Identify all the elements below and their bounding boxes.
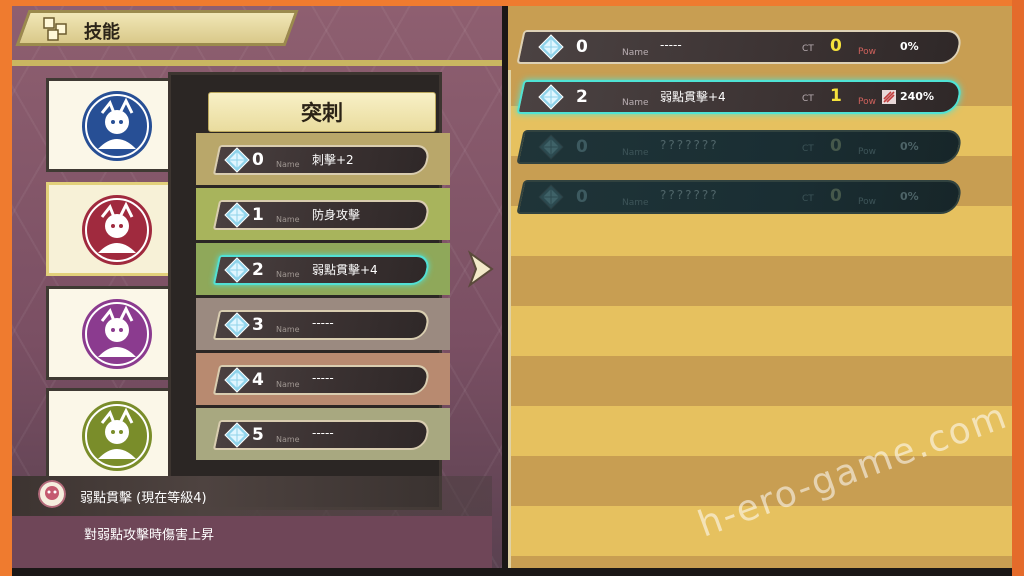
frame-right	[1012, 0, 1024, 576]
equipped-slot-number: 0	[576, 37, 588, 57]
skill-slot-name-label: Name	[276, 325, 300, 334]
game-screen: 技能 突刺 0 Name 刺擊+2 1 Name 防身攻擊 2 Name 弱點貫…	[0, 0, 1024, 576]
weakness-buff-icon	[882, 90, 896, 104]
character-portrait-icon	[82, 299, 152, 369]
equipped-slot-pow-value: 0%	[900, 140, 919, 153]
equipped-slot-ct-value: 0	[830, 186, 842, 206]
frame-left	[0, 0, 12, 576]
equipped-slot-name: -----	[660, 38, 682, 52]
skill-slot-number: 4	[252, 370, 264, 390]
equipped-slot-ct-label: CT	[802, 44, 814, 54]
skill-slot-number: 2	[252, 260, 264, 280]
character-tab-4[interactable]	[46, 388, 180, 482]
skill-gem-icon	[538, 34, 564, 60]
skill-gem-icon	[538, 134, 564, 160]
header-rule	[12, 60, 502, 66]
skill-slot-name: 防身攻擊	[312, 208, 361, 222]
equipped-slot-name: ???????	[660, 138, 719, 152]
skill-slot-name: -----	[312, 426, 334, 440]
skill-gem-icon	[224, 422, 250, 448]
equipped-slot-ct-value: 0	[830, 36, 842, 56]
skill-gem-icon	[538, 184, 564, 210]
skill-gem-icon	[538, 84, 564, 110]
skill-slot-name-label: Name	[276, 215, 300, 224]
equipped-slot-name-label: Name	[622, 48, 649, 58]
skill-menu-icon	[43, 17, 67, 41]
skill-slot-name: 弱點貫擊+4	[312, 263, 378, 277]
skill-gem-icon	[224, 257, 250, 283]
character-portrait-icon	[82, 91, 152, 161]
skill-slot-name: 刺擊+2	[312, 153, 354, 167]
character-tab-1[interactable]	[46, 78, 180, 172]
equipped-slot-name: ???????	[660, 188, 719, 202]
skill-slot-number: 0	[252, 150, 264, 170]
equipped-slot-name-label: Name	[622, 98, 649, 108]
skill-gem-icon	[224, 312, 250, 338]
skill-slot-name: -----	[312, 371, 334, 385]
skill-slot-name-label: Name	[276, 270, 300, 279]
skill-slot-name-label: Name	[276, 380, 300, 389]
equipped-slot-name: 弱點貫擊+4	[660, 90, 726, 104]
equipped-slot-ct-label: CT	[802, 194, 814, 204]
skill-info-title: 弱點貫擊 (現在等級4)	[80, 491, 207, 506]
skill-slot-name: -----	[312, 316, 334, 330]
equipped-slot-ct-value: 0	[830, 136, 842, 156]
character-portrait-icon	[82, 401, 152, 471]
equipped-slot-pow-value: 0%	[900, 190, 919, 203]
skill-description: 對弱點攻擊時傷害上昇	[84, 528, 215, 543]
equipped-slot-pow-label: Pow	[858, 97, 876, 107]
character-portrait-icon	[82, 195, 152, 265]
equipped-slot-name-label: Name	[622, 198, 649, 208]
skill-gem-icon	[224, 147, 250, 173]
equipped-slot-ct-label: CT	[802, 144, 814, 154]
skill-slot-name-label: Name	[276, 435, 300, 444]
arrow-right-icon[interactable]	[466, 249, 496, 289]
equipped-slot-number: 0	[576, 137, 588, 157]
equipped-slot-pow-label: Pow	[858, 197, 876, 207]
page-title: 技能	[84, 22, 120, 43]
skill-category-title: 突刺	[208, 92, 436, 132]
skill-gem-icon	[224, 367, 250, 393]
equipped-slot-pow-label: Pow	[858, 147, 876, 157]
skill-slot-number: 3	[252, 315, 264, 335]
equipped-slot-ct-value: 1	[830, 86, 842, 106]
equipped-slot-ct-label: CT	[802, 94, 814, 104]
equipped-slot-pow-label: Pow	[858, 47, 876, 57]
skill-type-icon	[38, 480, 66, 508]
equipped-slot-number: 2	[576, 87, 588, 107]
skill-gem-icon	[224, 202, 250, 228]
skill-slot-name-label: Name	[276, 160, 300, 169]
skill-slot-number: 1	[252, 205, 264, 225]
equipped-slot-pow-value: 0%	[900, 40, 919, 53]
equipped-slot-number: 0	[576, 187, 588, 207]
skill-slot-number: 5	[252, 425, 264, 445]
equipped-slot-pow-value: 240%	[900, 90, 934, 103]
character-tab-3[interactable]	[46, 286, 180, 380]
equipped-slot-name-label: Name	[622, 148, 649, 158]
